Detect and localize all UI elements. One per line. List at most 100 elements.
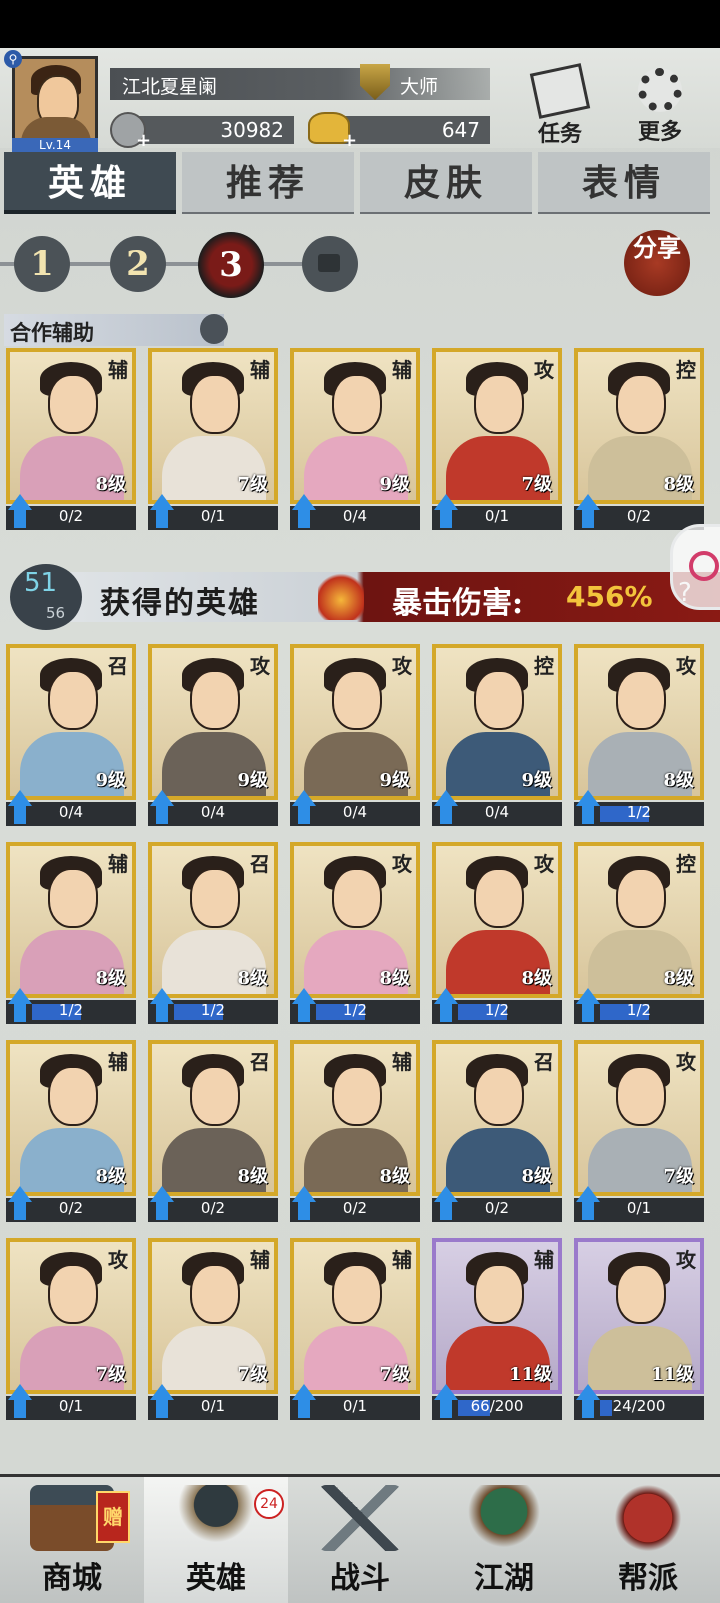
hero-card[interactable]: 辅 7级 0/1 [290, 1238, 420, 1424]
hero-card[interactable]: 攻 8级 1/2 [290, 842, 420, 1028]
more-button[interactable]: 更多 [620, 68, 700, 148]
hero-level: 7级 [521, 474, 552, 495]
hero-portrait: 辅 7级 [148, 1238, 278, 1394]
hero-card[interactable]: 辅 9级 0/4 [290, 348, 420, 534]
nav-heroes[interactable]: 24 英雄 [144, 1477, 288, 1603]
hero-card[interactable]: 攻 8级 1/2 [432, 842, 562, 1028]
locked-page-button[interactable] [302, 236, 358, 292]
hero-card[interactable]: 辅 8级 0/2 [290, 1040, 420, 1226]
task-button[interactable]: 任务 [520, 63, 600, 148]
tab-emotes[interactable]: 表情 [538, 152, 710, 214]
coin-bar[interactable]: + 30982 [110, 112, 294, 151]
guild-emblem-icon [606, 1485, 690, 1551]
nav-shop[interactable]: 赠 商城 [0, 1477, 144, 1603]
hero-card[interactable]: 召 8级 0/2 [148, 1040, 278, 1226]
share-button[interactable]: 分享 [624, 230, 690, 296]
nav-battle[interactable]: 战斗 [288, 1477, 432, 1603]
hero-card[interactable]: 攻 9级 0/4 [290, 644, 420, 830]
hero-card[interactable]: 攻 11级 24/200 [574, 1238, 704, 1424]
hero-level: 9级 [237, 770, 268, 791]
obtained-title: 获得的英雄 [100, 586, 260, 621]
hero-card[interactable]: 辅 7级 0/1 [148, 1238, 278, 1424]
hero-count-badge: 51 56 [10, 564, 82, 630]
hero-card[interactable]: 控 9级 0/4 [432, 644, 562, 830]
tab-heroes[interactable]: 英雄 [4, 152, 176, 214]
hero-card[interactable]: 辅 11级 66/200 [432, 1238, 562, 1424]
hero-level: 7级 [95, 1364, 126, 1385]
more-label: 更多 [637, 119, 682, 145]
world-tree-icon [462, 1485, 546, 1551]
floating-side-widget[interactable] [670, 524, 720, 610]
hero-card[interactable]: 控 8级 0/2 [574, 348, 704, 534]
hero-portrait: 控 8级 [574, 842, 704, 998]
hero-card[interactable]: 召 8级 0/2 [432, 1040, 562, 1226]
upgrade-arrow-stem [14, 1398, 26, 1418]
hero-card[interactable]: 攻 7级 0/1 [432, 348, 562, 534]
upgrade-arrow-stem [582, 804, 594, 824]
page-2-button[interactable]: 2 [110, 236, 166, 292]
nav-guild-label: 帮派 [618, 1561, 678, 1596]
upgrade-arrow-stem [14, 508, 26, 528]
brush-edit-icon[interactable] [200, 314, 228, 344]
gold-bar[interactable]: + 647 [308, 112, 490, 151]
hero-card[interactable]: 辅 8级 1/2 [6, 842, 136, 1028]
hero-role: 辅 [534, 1248, 554, 1272]
upgrade-arrow-stem [440, 508, 452, 528]
avatar[interactable] [12, 56, 98, 143]
hero-card[interactable]: 召 9级 0/4 [6, 644, 136, 830]
player-rank: 大师 [400, 76, 439, 98]
upgrade-arrow-stem [298, 1200, 310, 1220]
hero-level: 8级 [663, 474, 694, 495]
hero-role: 攻 [676, 1050, 696, 1074]
hero-face [332, 1264, 382, 1324]
hero-level: 8级 [521, 1166, 552, 1187]
hero-card[interactable]: 辅 8级 0/2 [6, 1040, 136, 1226]
hero-card[interactable]: 攻 9级 0/4 [148, 644, 278, 830]
hero-level: 8级 [95, 968, 126, 989]
hero-face [190, 868, 240, 928]
hero-face [190, 374, 240, 434]
add-coin-icon[interactable]: + [136, 130, 151, 151]
tab-skins[interactable]: 皮肤 [360, 152, 532, 214]
hero-portrait: 攻 9级 [290, 644, 420, 800]
upgrade-arrow-stem [156, 1398, 168, 1418]
hero-portrait: 辅 7级 [290, 1238, 420, 1394]
hero-portrait: 召 8级 [148, 842, 278, 998]
hero-role: 控 [676, 852, 696, 876]
add-gold-icon[interactable]: + [342, 130, 357, 151]
hero-card[interactable]: 控 8级 1/2 [574, 842, 704, 1028]
upgrade-arrow-stem [298, 1002, 310, 1022]
hero-role: 辅 [250, 1248, 270, 1272]
player-level: Lv.14 [12, 138, 98, 152]
hero-role: 攻 [250, 654, 270, 678]
tab-recommend[interactable]: 推荐 [182, 152, 354, 214]
hero-card[interactable]: 攻 7级 0/1 [6, 1238, 136, 1424]
hero-role: 辅 [108, 852, 128, 876]
gold-value: 647 [441, 118, 480, 142]
rank-badge-icon [360, 64, 390, 100]
hero-face [48, 1264, 98, 1324]
hero-card[interactable]: 辅 7级 0/1 [148, 348, 278, 534]
player-header: ⚲ Lv.14 江北夏星阑 大师 + 30982 + 647 任务 更多 [0, 48, 720, 152]
upgrade-arrow-stem [440, 1002, 452, 1022]
hero-portrait: 召 8级 [148, 1040, 278, 1196]
hero-level: 8级 [521, 968, 552, 989]
hero-card[interactable]: 召 8级 1/2 [148, 842, 278, 1028]
upgrade-arrow-stem [14, 804, 26, 824]
upgrade-arrow-stem [156, 804, 168, 824]
hero-role: 攻 [108, 1248, 128, 1272]
upgrade-arrow-stem [156, 1002, 168, 1022]
hero-portrait: 召 8级 [432, 1040, 562, 1196]
nav-guild[interactable]: 帮派 [576, 1477, 720, 1603]
hero-card[interactable]: 攻 8级 1/2 [574, 644, 704, 830]
hero-face [616, 1264, 666, 1324]
nav-world[interactable]: 江湖 [432, 1477, 576, 1603]
hero-card[interactable]: 攻 7级 0/1 [574, 1040, 704, 1226]
hero-role: 辅 [392, 1050, 412, 1074]
hero-portrait: 攻 7级 [432, 348, 562, 504]
hero-level: 8级 [237, 968, 268, 989]
fire-sword-icon [318, 570, 364, 620]
hero-card[interactable]: 辅 8级 0/2 [6, 348, 136, 534]
page-1-button[interactable]: 1 [14, 236, 70, 292]
page-3-button[interactable]: 3 [198, 232, 264, 298]
